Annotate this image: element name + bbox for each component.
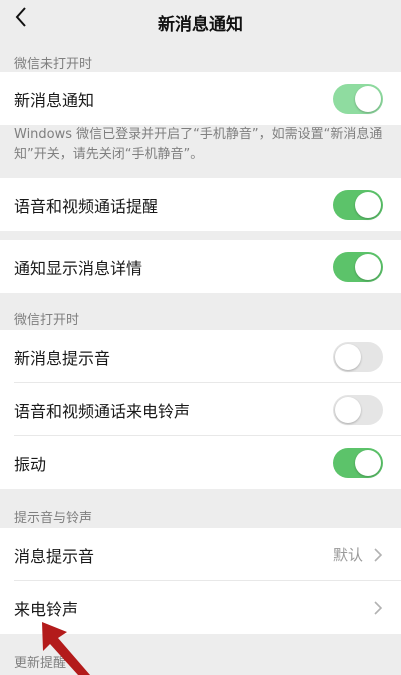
row-call-ringtone: 语音和视频通话来电铃声 <box>0 383 401 436</box>
toggle-knob <box>355 86 381 112</box>
voice-video-reminder-toggle[interactable] <box>333 190 383 220</box>
row-new-message-sound: 新消息提示音 <box>0 330 401 383</box>
row-label: 通知显示消息详情 <box>14 258 143 278</box>
row-label: 语音和视频通话提醒 <box>14 196 159 216</box>
toggle-knob <box>355 254 381 280</box>
page-title: 新消息通知 <box>158 14 243 35</box>
group-voice-video: 语音和视频通话提醒 <box>0 178 401 231</box>
row-label: 新消息提示音 <box>14 348 111 368</box>
show-message-details-toggle[interactable] <box>333 252 383 282</box>
row-label: 消息提示音 <box>14 546 95 566</box>
call-ringtone-toggle[interactable] <box>333 395 383 425</box>
row-label: 新消息通知 <box>14 90 95 110</box>
row-message-tone[interactable]: 消息提示音 默认 <box>0 528 401 581</box>
message-tone-value: 默认 <box>332 546 363 564</box>
mute-notice: Windows 微信已登录并开启了“手机静音”，如需设置“新消息通知”开关，请先… <box>14 127 383 162</box>
section-label-wechat-closed: 微信未打开时 <box>14 57 93 72</box>
chevron-right-icon <box>374 548 383 562</box>
section-label-wechat-open: 微信打开时 <box>14 313 80 328</box>
group-new-message: 新消息通知 <box>0 72 401 125</box>
toggle-knob <box>335 397 361 423</box>
new-message-sound-toggle[interactable] <box>333 342 383 372</box>
new-message-notification-toggle[interactable] <box>333 84 383 114</box>
vibrate-toggle[interactable] <box>333 448 383 478</box>
row-label: 语音和视频通话来电铃声 <box>14 401 191 421</box>
chevron-left-icon <box>15 7 26 27</box>
row-vibrate: 振动 <box>0 436 401 489</box>
row-new-message-notification: 新消息通知 <box>0 72 401 125</box>
group-wechat-open: 新消息提示音 语音和视频通话来电铃声 振动 <box>0 330 401 489</box>
row-label: 振动 <box>14 454 47 474</box>
toggle-knob <box>355 192 381 218</box>
row-label: 来电铃声 <box>14 599 79 619</box>
navigation-bar: 新消息通知 <box>0 0 401 44</box>
back-button[interactable] <box>6 2 36 32</box>
chevron-right-icon <box>374 601 383 615</box>
group-show-details: 通知显示消息详情 <box>0 240 401 293</box>
section-label-sounds: 提示音与铃声 <box>14 511 93 526</box>
row-show-message-details: 通知显示消息详情 <box>0 240 401 293</box>
row-voice-video-reminder: 语音和视频通话提醒 <box>0 178 401 231</box>
annotation-arrow <box>42 622 90 675</box>
toggle-knob <box>335 344 361 370</box>
toggle-knob <box>355 450 381 476</box>
